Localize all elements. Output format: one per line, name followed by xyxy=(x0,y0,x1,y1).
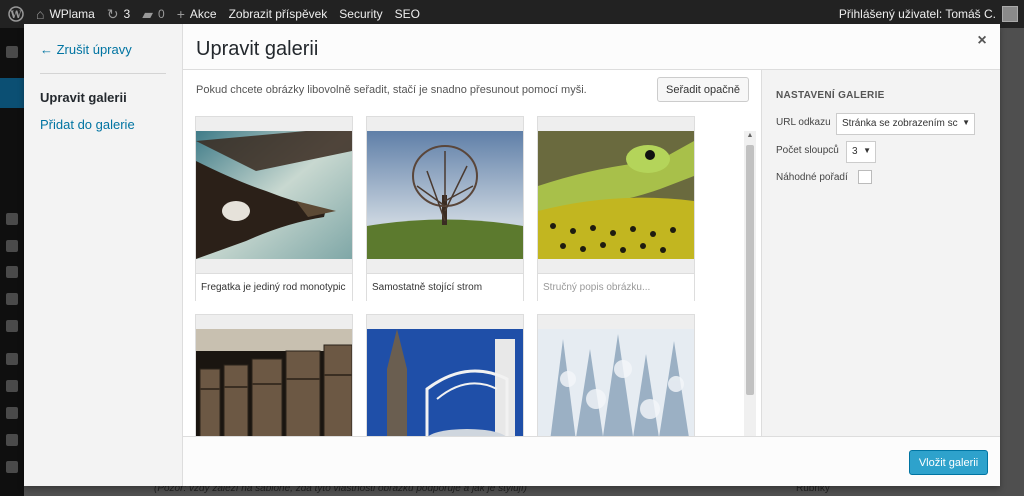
random-order-checkbox[interactable] xyxy=(858,170,872,184)
comments-count: 0 xyxy=(158,7,165,21)
gallery-item[interactable] xyxy=(195,314,353,436)
gallery-settings: NASTAVENÍ GALERIE URL odkazu Stránka se … xyxy=(761,70,1000,436)
frigatebird-photo xyxy=(196,131,352,259)
contact-icon xyxy=(6,320,18,332)
plus-icon: + xyxy=(176,6,185,22)
menu-item-edit-gallery[interactable]: Upravit galerii xyxy=(40,90,127,105)
admin-side-menu xyxy=(0,28,24,496)
menu-separator xyxy=(40,73,166,74)
background-content: (Pozor: vždy záleží na šabloně, zda tyto… xyxy=(24,486,1000,496)
link-to-label: URL odkazu xyxy=(776,117,831,128)
media-toolbar: Vložit galerii xyxy=(183,436,1000,486)
new-content-label: Akce xyxy=(189,7,217,21)
logged-in-user: Přihlášený uživatel: Tomáš C. xyxy=(838,7,996,21)
close-icon[interactable]: × xyxy=(972,32,992,50)
gallery-item[interactable] xyxy=(366,314,524,436)
users-icon xyxy=(6,407,18,419)
gallery-grid: Fregatka je jediný rod monotypic Samosta… xyxy=(195,116,755,436)
scrollbar-thumb[interactable] xyxy=(746,145,754,395)
lone-tree-photo xyxy=(367,131,523,259)
cathedral-tower-photo xyxy=(367,329,523,436)
dashboard-icon xyxy=(6,46,18,58)
comments-icon xyxy=(6,266,18,278)
columns-select[interactable]: 3 ▼ xyxy=(846,141,876,163)
reverse-order-button[interactable]: Seřadit opačně xyxy=(657,77,749,102)
background-right xyxy=(1000,28,1024,496)
appearance-icon xyxy=(6,293,18,305)
prayer-wheels-photo xyxy=(196,329,352,436)
columns-label: Počet sloupců xyxy=(776,145,839,156)
posts-icon xyxy=(0,78,24,108)
link-to-select[interactable]: Stránka se zobrazením sc ▼ xyxy=(836,113,975,135)
settings-icon xyxy=(6,434,18,446)
scroll-up-icon[interactable]: ▲ xyxy=(744,131,756,141)
plugins-icon xyxy=(6,353,18,365)
gallery-item[interactable]: Stručný popis obrázku... xyxy=(537,116,695,301)
pages-icon xyxy=(6,240,18,252)
columns-value: 3 xyxy=(852,146,858,157)
svg-text:W: W xyxy=(9,10,22,21)
comment-icon: ▰ xyxy=(142,5,154,22)
image-caption[interactable]: Samostatně stojící strom xyxy=(367,273,523,301)
gallery-scrollbar[interactable]: ▲ ▼ xyxy=(744,131,756,459)
dropdown-arrow-icon: ▼ xyxy=(962,118,970,127)
gallery-item[interactable]: Samostatně stojící strom xyxy=(366,116,524,301)
modal-title: Upravit galerii xyxy=(196,38,319,60)
gallery-content: Pokud chcete obrázky libovolně seřadit, … xyxy=(183,70,761,459)
image-caption[interactable]: Fregatka je jediný rod monotypic xyxy=(196,273,352,301)
gallery-item[interactable]: Fregatka je jediný rod monotypic xyxy=(195,116,353,301)
gallery-instructions: Pokud chcete obrázky libovolně seřadit, … xyxy=(196,84,587,96)
media-frame-menu: ← Zrušit úpravy Upravit galerii Přidat d… xyxy=(24,24,183,486)
random-order-label: Náhodné pořadí xyxy=(776,172,848,183)
gallery-item[interactable] xyxy=(537,314,695,436)
media-icon xyxy=(6,213,18,225)
background-note: (Pozor: vždy záleží na šabloně, zda tyto… xyxy=(154,486,527,494)
gallery-settings-heading: NASTAVENÍ GALERIE xyxy=(776,90,885,101)
link-to-value: Stránka se zobrazením sc xyxy=(842,118,958,129)
snowy-forest-photo xyxy=(538,329,694,436)
cancel-edit-link[interactable]: ← Zrušit úpravy xyxy=(40,42,132,57)
seo-icon xyxy=(6,461,18,473)
updates-count: 3 xyxy=(123,7,131,21)
insert-gallery-button[interactable]: Vložit galerii xyxy=(909,450,988,475)
avatar xyxy=(1002,6,1018,22)
site-name: WPlama xyxy=(49,7,95,21)
image-caption[interactable]: Stručný popis obrázku... xyxy=(538,273,694,301)
dropdown-arrow-icon: ▼ xyxy=(863,146,871,155)
my-account-link[interactable]: Přihlášený uživatel: Tomáš C. xyxy=(839,6,1024,22)
refresh-icon: ↻ xyxy=(106,5,119,22)
home-icon: ⌂ xyxy=(36,6,45,22)
tools-icon xyxy=(6,380,18,392)
background-widget-title: Rubriky xyxy=(796,486,830,494)
edit-gallery-modal: ← Zrušit úpravy Upravit galerii Přidat d… xyxy=(24,24,1000,486)
green-snake-photo xyxy=(538,131,694,259)
menu-item-add-to-gallery[interactable]: Přidat do galerie xyxy=(40,117,135,132)
